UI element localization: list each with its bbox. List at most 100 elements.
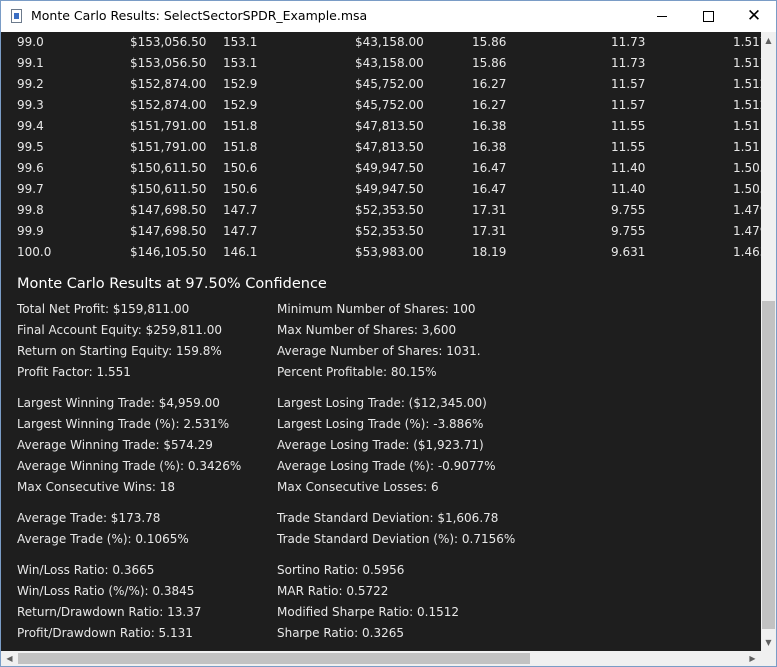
table-cell: $47,813.50: [355, 140, 424, 154]
table-row: 99.5 $151,791.00 151.8 $47,813.50 16.38 11.55…: [1, 137, 761, 158]
table-cell: 153.1: [223, 56, 258, 70]
table-row: 99.4 $151,791.00 151.8 $47,813.50 16.38 11.55…: [1, 116, 761, 137]
table-cell: 99.5: [17, 140, 44, 154]
table-cell: 150.6: [223, 161, 258, 175]
table-cell: $147,698.50: [130, 203, 207, 217]
table-row: 99.0 $153,056.50 153.1 $43,158.00 15.86 11.73…: [1, 32, 761, 53]
close-button[interactable]: ✕: [731, 1, 776, 32]
stat-left: Average Trade: $173.78: [17, 511, 161, 525]
maximize-button[interactable]: [685, 1, 731, 32]
stat-right: Percent Profitable: 80.15%: [277, 365, 437, 379]
maximize-icon: [702, 11, 714, 22]
results-window: Monte Carlo Results: SelectSectorSPDR_Ex…: [0, 0, 777, 667]
table-cell: $45,752.00: [355, 77, 424, 91]
table-cell: 99.1: [17, 56, 44, 70]
table-cell: $49,947.50: [355, 161, 424, 175]
table-cell: 1.517: [733, 56, 761, 70]
table-cell: 147.7: [223, 203, 258, 217]
table-cell: $146,105.50: [130, 245, 207, 259]
table-cell: 11.40: [611, 161, 646, 175]
table-cell: 151.8: [223, 119, 258, 133]
table-row: 99.1 $153,056.50 153.1 $43,158.00 15.86 11.73…: [1, 53, 761, 74]
stat-right: Sortino Ratio: 0.5956: [277, 563, 405, 577]
table-cell: $150,611.50: [130, 161, 207, 175]
table-cell: 16.27: [472, 77, 507, 91]
table-cell: 151.8: [223, 140, 258, 154]
table-cell: 153.1: [223, 35, 258, 49]
stat-left: Average Trade (%): 0.1065%: [17, 532, 189, 546]
table-cell: $43,158.00: [355, 35, 424, 49]
table-cell: 11.57: [611, 98, 646, 112]
stat-left: Win/Loss Ratio: 0.3665: [17, 563, 155, 577]
table-cell: 9.631: [611, 245, 646, 259]
stat-right: Largest Losing Trade: ($12,345.00): [277, 396, 487, 410]
minimize-icon: [657, 16, 667, 17]
table-cell: 9.755: [611, 224, 646, 238]
confidence-heading: Monte Carlo Results at 97.50% Confidence: [17, 276, 327, 292]
scroll-left-icon[interactable]: ◀: [1, 651, 18, 666]
table-cell: 11.55: [611, 140, 646, 154]
stat-left: Return on Starting Equity: 159.8%: [17, 344, 222, 358]
table-cell: $52,353.50: [355, 203, 424, 217]
stat-left: Largest Winning Trade: $4,959.00: [17, 396, 220, 410]
stat-left: Final Account Equity: $259,811.00: [17, 323, 223, 337]
stat-right: Trade Standard Deviation (%): 0.7156%: [277, 532, 516, 546]
table-cell: 147.7: [223, 224, 258, 238]
table-cell: 146.1: [223, 245, 258, 259]
title-bar[interactable]: Monte Carlo Results: SelectSectorSPDR_Ex…: [1, 1, 776, 32]
table-cell: 152.9: [223, 77, 258, 91]
table-cell: 1.512: [733, 77, 761, 91]
scroll-down-icon[interactable]: ▼: [761, 634, 776, 651]
scrollbar-corner: [761, 651, 776, 666]
table-cell: $45,752.00: [355, 98, 424, 112]
table-cell: 99.4: [17, 119, 44, 133]
stat-left: Win/Loss Ratio (%/%): 0.3845: [17, 584, 195, 598]
table-cell: 11.73: [611, 56, 646, 70]
table-cell: 15.86: [472, 35, 507, 49]
table-cell: 152.9: [223, 98, 258, 112]
table-cell: 17.31: [472, 203, 507, 217]
stat-left: Largest Winning Trade (%): 2.531%: [17, 417, 230, 431]
close-icon: ✕: [746, 6, 762, 26]
stat-left: Total Net Profit: $159,811.00: [17, 302, 190, 316]
table-cell: 11.73: [611, 35, 646, 49]
scroll-up-icon[interactable]: ▲: [761, 32, 776, 49]
table-cell: 16.47: [472, 182, 507, 196]
table-cell: 1.511: [733, 119, 761, 133]
table-cell: 1.512: [733, 98, 761, 112]
table-cell: 150.6: [223, 182, 258, 196]
table-cell: 1.505: [733, 161, 761, 175]
stat-right: Trade Standard Deviation: $1,606.78: [277, 511, 499, 525]
stat-right: MAR Ratio: 0.5722: [277, 584, 389, 598]
stat-left: Return/Drawdown Ratio: 13.37: [17, 605, 202, 619]
table-cell: 99.6: [17, 161, 44, 175]
table-cell: $153,056.50: [130, 56, 207, 70]
horizontal-scroll-thumb[interactable]: [18, 653, 530, 664]
stat-right: Sharpe Ratio: 0.3265: [277, 626, 404, 640]
table-cell: $152,874.00: [130, 77, 207, 91]
table-cell: $43,158.00: [355, 56, 424, 70]
results-content: 99.0 $153,056.50 153.1 $43,158.00 15.86 11.73…: [1, 32, 761, 651]
table-cell: 99.7: [17, 182, 44, 196]
table-cell: 17.31: [472, 224, 507, 238]
stat-left: Average Winning Trade (%): 0.3426%: [17, 459, 242, 473]
table-cell: $47,813.50: [355, 119, 424, 133]
stat-right: Modified Sharpe Ratio: 0.1512: [277, 605, 459, 619]
table-cell: $49,947.50: [355, 182, 424, 196]
table-cell: 18.19: [472, 245, 507, 259]
table-cell: 99.8: [17, 203, 44, 217]
table-cell: 99.9: [17, 224, 44, 238]
table-cell: $151,791.00: [130, 119, 207, 133]
scroll-right-icon[interactable]: ▶: [744, 651, 761, 666]
table-cell: 16.38: [472, 119, 507, 133]
table-cell: 100.0: [17, 245, 52, 259]
table-cell: $150,611.50: [130, 182, 207, 196]
stat-right: Average Number of Shares: 1031.: [277, 344, 481, 358]
table-row: 99.9 $147,698.50 147.7 $52,353.50 17.31 9.755…: [1, 221, 761, 242]
vertical-scroll-thumb[interactable]: [762, 301, 775, 629]
stat-left: Max Consecutive Wins: 18: [17, 480, 176, 494]
minimize-button[interactable]: [639, 1, 685, 32]
table-cell: 9.755: [611, 203, 646, 217]
table-row: 99.2 $152,874.00 152.9 $45,752.00 16.27 11.57…: [1, 74, 761, 95]
window-title: Monte Carlo Results: SelectSectorSPDR_Ex…: [31, 8, 368, 23]
